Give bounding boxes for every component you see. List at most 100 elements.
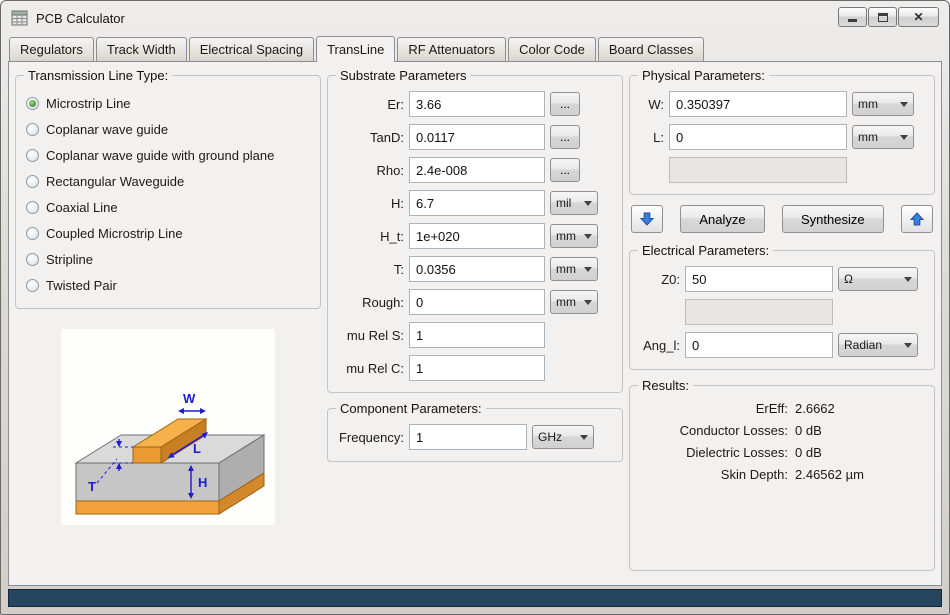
rho-input[interactable] [409,157,545,183]
conductor-losses-label: Conductor Losses: [638,423,788,438]
substrate-parameters-group: Substrate Parameters Er: ... TanD: ... R… [327,68,623,393]
radio-coaxial-line[interactable]: Coaxial Line [26,200,310,215]
murels-input[interactable] [409,322,545,348]
rough-unit-select[interactable]: mm [550,290,598,314]
t-row: T: mm [336,256,614,282]
tab-electrical-spacing[interactable]: Electrical Spacing [189,37,314,61]
t-label: T: [336,262,404,277]
tand-more-button[interactable]: ... [550,125,580,149]
tab-board-classes[interactable]: Board Classes [598,37,705,61]
physical-extra-field [669,157,847,183]
rho-row: Rho: ... [336,157,614,183]
radio-rectangular-waveguide[interactable]: Rectangular Waveguide [26,174,310,189]
tab-color-code[interactable]: Color Code [508,37,596,61]
tand-label: TanD: [336,130,404,145]
radio-coplanar-wave-guide[interactable]: Coplanar wave guide [26,122,310,137]
w-input[interactable] [669,91,847,117]
t-unit-select[interactable]: mm [550,257,598,281]
chevron-down-icon [900,102,908,107]
window-title: PCB Calculator [36,11,125,26]
diagram-w-label: W [183,391,196,406]
murelc-input[interactable] [409,355,545,381]
angl-input[interactable] [685,332,833,358]
physical-parameters-group: Physical Parameters: W: mm L: mm [629,68,935,195]
tab-transline[interactable]: TransLine [316,36,395,62]
copy-up-button[interactable] [901,205,933,233]
z0-input[interactable] [685,266,833,292]
frequency-input[interactable] [409,424,527,450]
w-row: W: mm [638,91,926,117]
l-row: L: mm [638,124,926,150]
left-column: Transmission Line Type: Microstrip Line … [15,68,321,579]
l-label: L: [638,130,664,145]
w-unit-select[interactable]: mm [852,92,914,116]
radio-microstrip-line[interactable]: Microstrip Line [26,96,310,111]
angl-unit-value: Radian [844,338,882,352]
analyze-button[interactable]: Analyze [680,205,764,233]
z0-label: Z0: [638,272,680,287]
ereff-value: 2.6662 [795,401,835,416]
radio-label: Coaxial Line [46,200,118,215]
rho-more-button[interactable]: ... [550,158,580,182]
t-unit-value: mm [556,262,576,276]
middle-column: Substrate Parameters Er: ... TanD: ... R… [327,68,623,579]
h-unit-select[interactable]: mil [550,191,598,215]
copy-down-button[interactable] [631,205,663,233]
t-input[interactable] [409,256,545,282]
angl-unit-select[interactable]: Radian [838,333,918,357]
murelc-row: mu Rel C: [336,355,614,381]
message-panel [8,589,942,607]
z0-row: Z0: Ω [638,266,926,292]
radio-twisted-pair[interactable]: Twisted Pair [26,278,310,293]
chevron-down-icon [900,135,908,140]
ht-unit-select[interactable]: mm [550,224,598,248]
z0-unit-select[interactable]: Ω [838,267,918,291]
l-unit-select[interactable]: mm [852,125,914,149]
er-input[interactable] [409,91,545,117]
h-input[interactable] [409,190,545,216]
w-label: W: [638,97,664,112]
action-button-row: Analyze Synthesize [631,205,933,233]
frequency-row: Frequency: GHz [336,424,614,450]
microstrip-diagram: W L H [61,329,275,525]
electrical-parameters-group: Electrical Parameters: Z0: Ω Ang_l: [629,243,935,370]
radio-stripline[interactable]: Stripline [26,252,310,267]
close-button[interactable]: ✕ [898,7,939,27]
radio-label: Microstrip Line [46,96,131,111]
window-controls: ✕ [838,7,939,27]
transline-panel: Transmission Line Type: Microstrip Line … [8,61,942,586]
ht-unit-value: mm [556,229,576,243]
tab-bar: Regulators Track Width Electrical Spacin… [8,35,942,61]
skin-depth-value: 2.46562 µm [795,467,864,482]
l-input[interactable] [669,124,847,150]
radio-label: Twisted Pair [46,278,117,293]
skin-depth-row: Skin Depth: 2.46562 µm [638,467,926,482]
radio-coplanar-wave-guide-ground-plane[interactable]: Coplanar wave guide with ground plane [26,148,310,163]
radio-icon [26,279,39,292]
synthesize-button[interactable]: Synthesize [782,205,884,233]
title-bar[interactable]: PCB Calculator ✕ [8,1,942,35]
rho-label: Rho: [336,163,404,178]
frequency-unit-select[interactable]: GHz [532,425,594,449]
maximize-button[interactable] [868,7,897,27]
rough-input[interactable] [409,289,545,315]
radio-coupled-microstrip-line[interactable]: Coupled Microstrip Line [26,226,310,241]
tab-rf-attenuators[interactable]: RF Attenuators [397,37,506,61]
substrate-parameters-title: Substrate Parameters [336,68,470,83]
tand-input[interactable] [409,124,545,150]
conductor-losses-row: Conductor Losses: 0 dB [638,423,926,438]
diagram-t-label: T [88,479,96,494]
radio-icon [26,149,39,162]
chevron-down-icon [584,201,592,206]
dielectric-losses-label: Dielectric Losses: [638,445,788,460]
tab-track-width[interactable]: Track Width [96,37,187,61]
frequency-unit-value: GHz [538,430,562,444]
app-icon [11,9,29,27]
ht-input[interactable] [409,223,545,249]
rough-label: Rough: [336,295,404,310]
tab-regulators[interactable]: Regulators [9,37,94,61]
er-row: Er: ... [336,91,614,117]
ereff-label: ErEff: [638,401,788,416]
minimize-button[interactable] [838,7,867,27]
er-more-button[interactable]: ... [550,92,580,116]
